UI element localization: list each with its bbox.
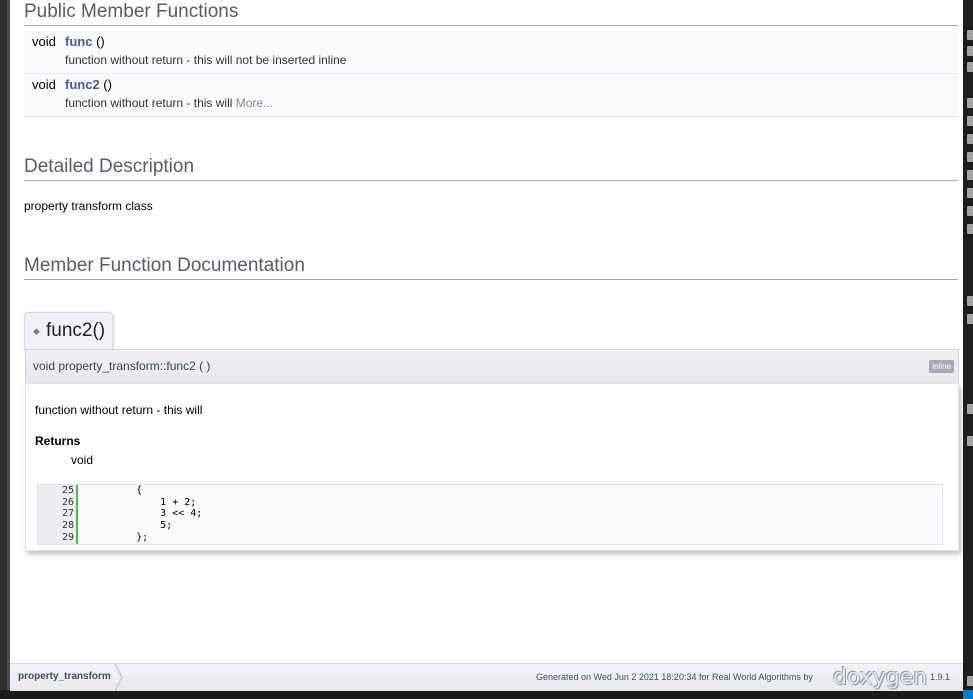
memitem-prototype: void property_transform::func2 ( ) inlin…	[25, 349, 959, 385]
inline-badge: inline	[929, 360, 954, 373]
member-link[interactable]: func2	[65, 77, 100, 92]
member-return-type: void	[32, 34, 56, 49]
editor-left-gutter	[0, 0, 10, 699]
code-text: 1 + 2;	[112, 496, 197, 508]
doxygen-logo[interactable]: doxygen	[833, 665, 927, 690]
member-name-func[interactable]: func ()	[65, 34, 105, 49]
code-line: 27 3 << 4;	[42, 508, 202, 520]
code-text: };	[112, 531, 149, 543]
line-number: 28	[61, 520, 74, 532]
function-signature: void property_transform::func2 ( )	[33, 359, 211, 373]
breadcrumb[interactable]: property_transform	[18, 671, 111, 682]
member-name-func2[interactable]: func2 ()	[65, 77, 112, 92]
diamond-icon: ◆	[33, 326, 40, 336]
memitem-title: func2()	[46, 320, 106, 341]
description-text: property transform class	[24, 199, 153, 213]
line-number: 29	[61, 531, 74, 543]
member-row: void func () function without return - t…	[24, 31, 959, 74]
member-args: ()	[92, 34, 105, 49]
memitem-title-tab: ◆ func2()	[24, 312, 113, 350]
member-description-text: function without return - this will	[65, 96, 233, 110]
member-description: function without return - this will not …	[65, 53, 347, 67]
status-bar-accent	[963, 690, 973, 699]
section-title-detailed-description: Detailed Description	[24, 156, 958, 181]
member-return-type: void	[32, 77, 56, 92]
member-args: ()	[99, 77, 112, 92]
doxygen-footer: property_transform Generated on Wed Jun …	[10, 663, 963, 691]
more-link[interactable]: More...	[236, 96, 273, 110]
line-number: 25	[61, 485, 74, 496]
member-description: function without return - this will More…	[65, 96, 273, 110]
code-line: 26 1 + 2;	[42, 496, 196, 509]
breadcrumb-separator-icon	[114, 664, 123, 691]
status-bar	[0, 690, 973, 699]
code-fragment: 25 { 26 1 + 2; 27 3 << 4; 28 5; 29 };	[37, 484, 943, 545]
code-text: 5;	[112, 520, 173, 532]
editor-right-panel	[963, 0, 973, 699]
code-text: 3 << 4;	[112, 508, 203, 520]
member-link[interactable]: func	[65, 34, 92, 49]
code-line: 28 5;	[42, 520, 172, 532]
member-table: void func () function without return - t…	[24, 31, 959, 117]
doxygen-version: 1.9.1	[930, 672, 951, 682]
code-line: 25 {	[42, 485, 142, 497]
memitem-doc: function without return - this will Retu…	[25, 384, 959, 551]
member-row: void func2 () function without return - …	[24, 74, 959, 117]
section-title-member-function-doc: Member Function Documentation	[24, 255, 958, 280]
memitem-description: function without return - this will	[35, 403, 203, 417]
section-title-public-members: Public Member Functions	[24, 1, 958, 26]
line-number: 26	[61, 496, 74, 508]
code-text: {	[112, 485, 143, 496]
returns-value: void	[71, 453, 94, 467]
documentation-page: Public Member Functions void func () fun…	[10, 0, 963, 690]
returns-heading: Returns	[35, 434, 81, 448]
line-number: 27	[61, 508, 74, 520]
code-line: 29 };	[42, 531, 148, 544]
generated-text: Generated on Wed Jun 2 2021 18:20:34 for…	[536, 672, 813, 682]
